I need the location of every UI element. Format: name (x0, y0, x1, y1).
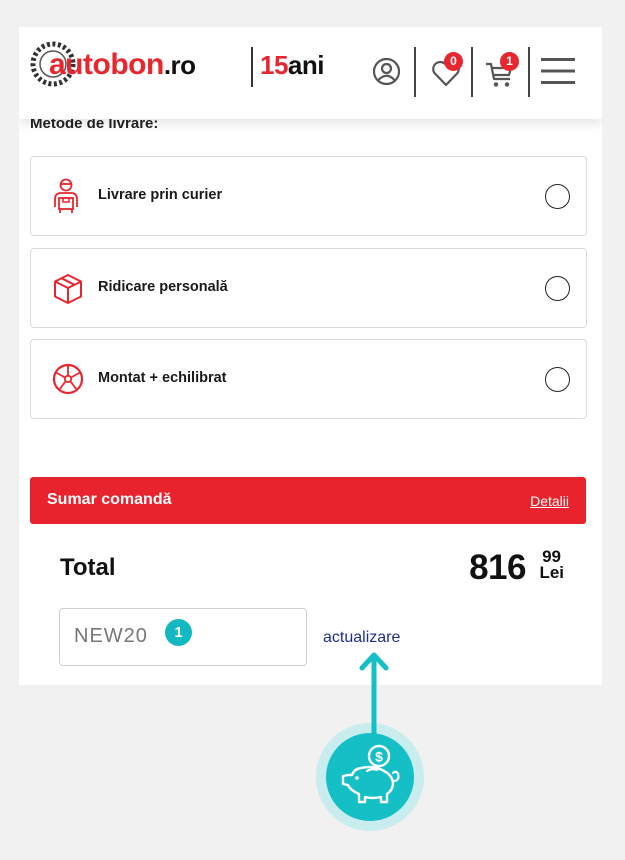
wishlist-count-badge: 0 (444, 52, 463, 71)
coupon-input[interactable] (74, 625, 154, 648)
price-integer: 816 (469, 548, 526, 587)
delivery-option-mounting[interactable]: Montat + echilibrat (30, 339, 587, 419)
header-divider (528, 47, 530, 97)
svg-text:$: $ (375, 749, 383, 765)
delivery-option-courier[interactable]: Livrare prin curier (30, 156, 587, 236)
site-header: autobon.ro 15ani 0 1 (19, 27, 602, 119)
delivery-option-pickup[interactable]: Ridicare personală (30, 248, 587, 328)
cart-count-badge: 1 (500, 52, 519, 71)
account-icon[interactable] (372, 57, 401, 86)
logo-wordmark: autobon.ro (49, 48, 196, 81)
radio-button[interactable] (545, 184, 570, 209)
radio-button[interactable] (545, 367, 570, 392)
total-price: 816 99 Lei (424, 547, 564, 587)
wishlist-button[interactable]: 0 (429, 49, 469, 93)
order-summary-title: Sumar comandă (47, 491, 172, 508)
order-summary-bar: Sumar comandă Detalii (30, 477, 586, 524)
total-label: Total (60, 554, 116, 581)
details-link[interactable]: Detalii (530, 493, 569, 509)
arrow-up-icon (359, 652, 389, 740)
anniversary-mark: 15ani (260, 50, 325, 80)
radio-button[interactable] (545, 276, 570, 301)
logo-divider (251, 47, 253, 87)
update-coupon-link[interactable]: actualizare (323, 629, 400, 647)
courier-icon (54, 178, 78, 213)
wheel-icon (52, 363, 84, 395)
checkout-card: autobon.ro 15ani 0 1 Metode de livrare: … (19, 27, 602, 685)
delivery-option-label: Ridicare personală (98, 279, 228, 295)
site-logo[interactable]: autobon.ro 15ani (30, 39, 330, 89)
header-divider (471, 47, 473, 97)
step-number-badge: 1 (165, 619, 192, 646)
box-icon (54, 274, 82, 304)
piggy-bank-icon: $ (341, 744, 400, 804)
delivery-option-label: Livrare prin curier (98, 187, 223, 203)
menu-icon[interactable] (541, 57, 575, 85)
delivery-option-label: Montat + echilibrat (98, 370, 227, 386)
price-currency: Lei (539, 563, 564, 582)
cart-button[interactable]: 1 (484, 49, 526, 93)
header-divider (414, 47, 416, 97)
savings-badge: $ (326, 733, 414, 821)
